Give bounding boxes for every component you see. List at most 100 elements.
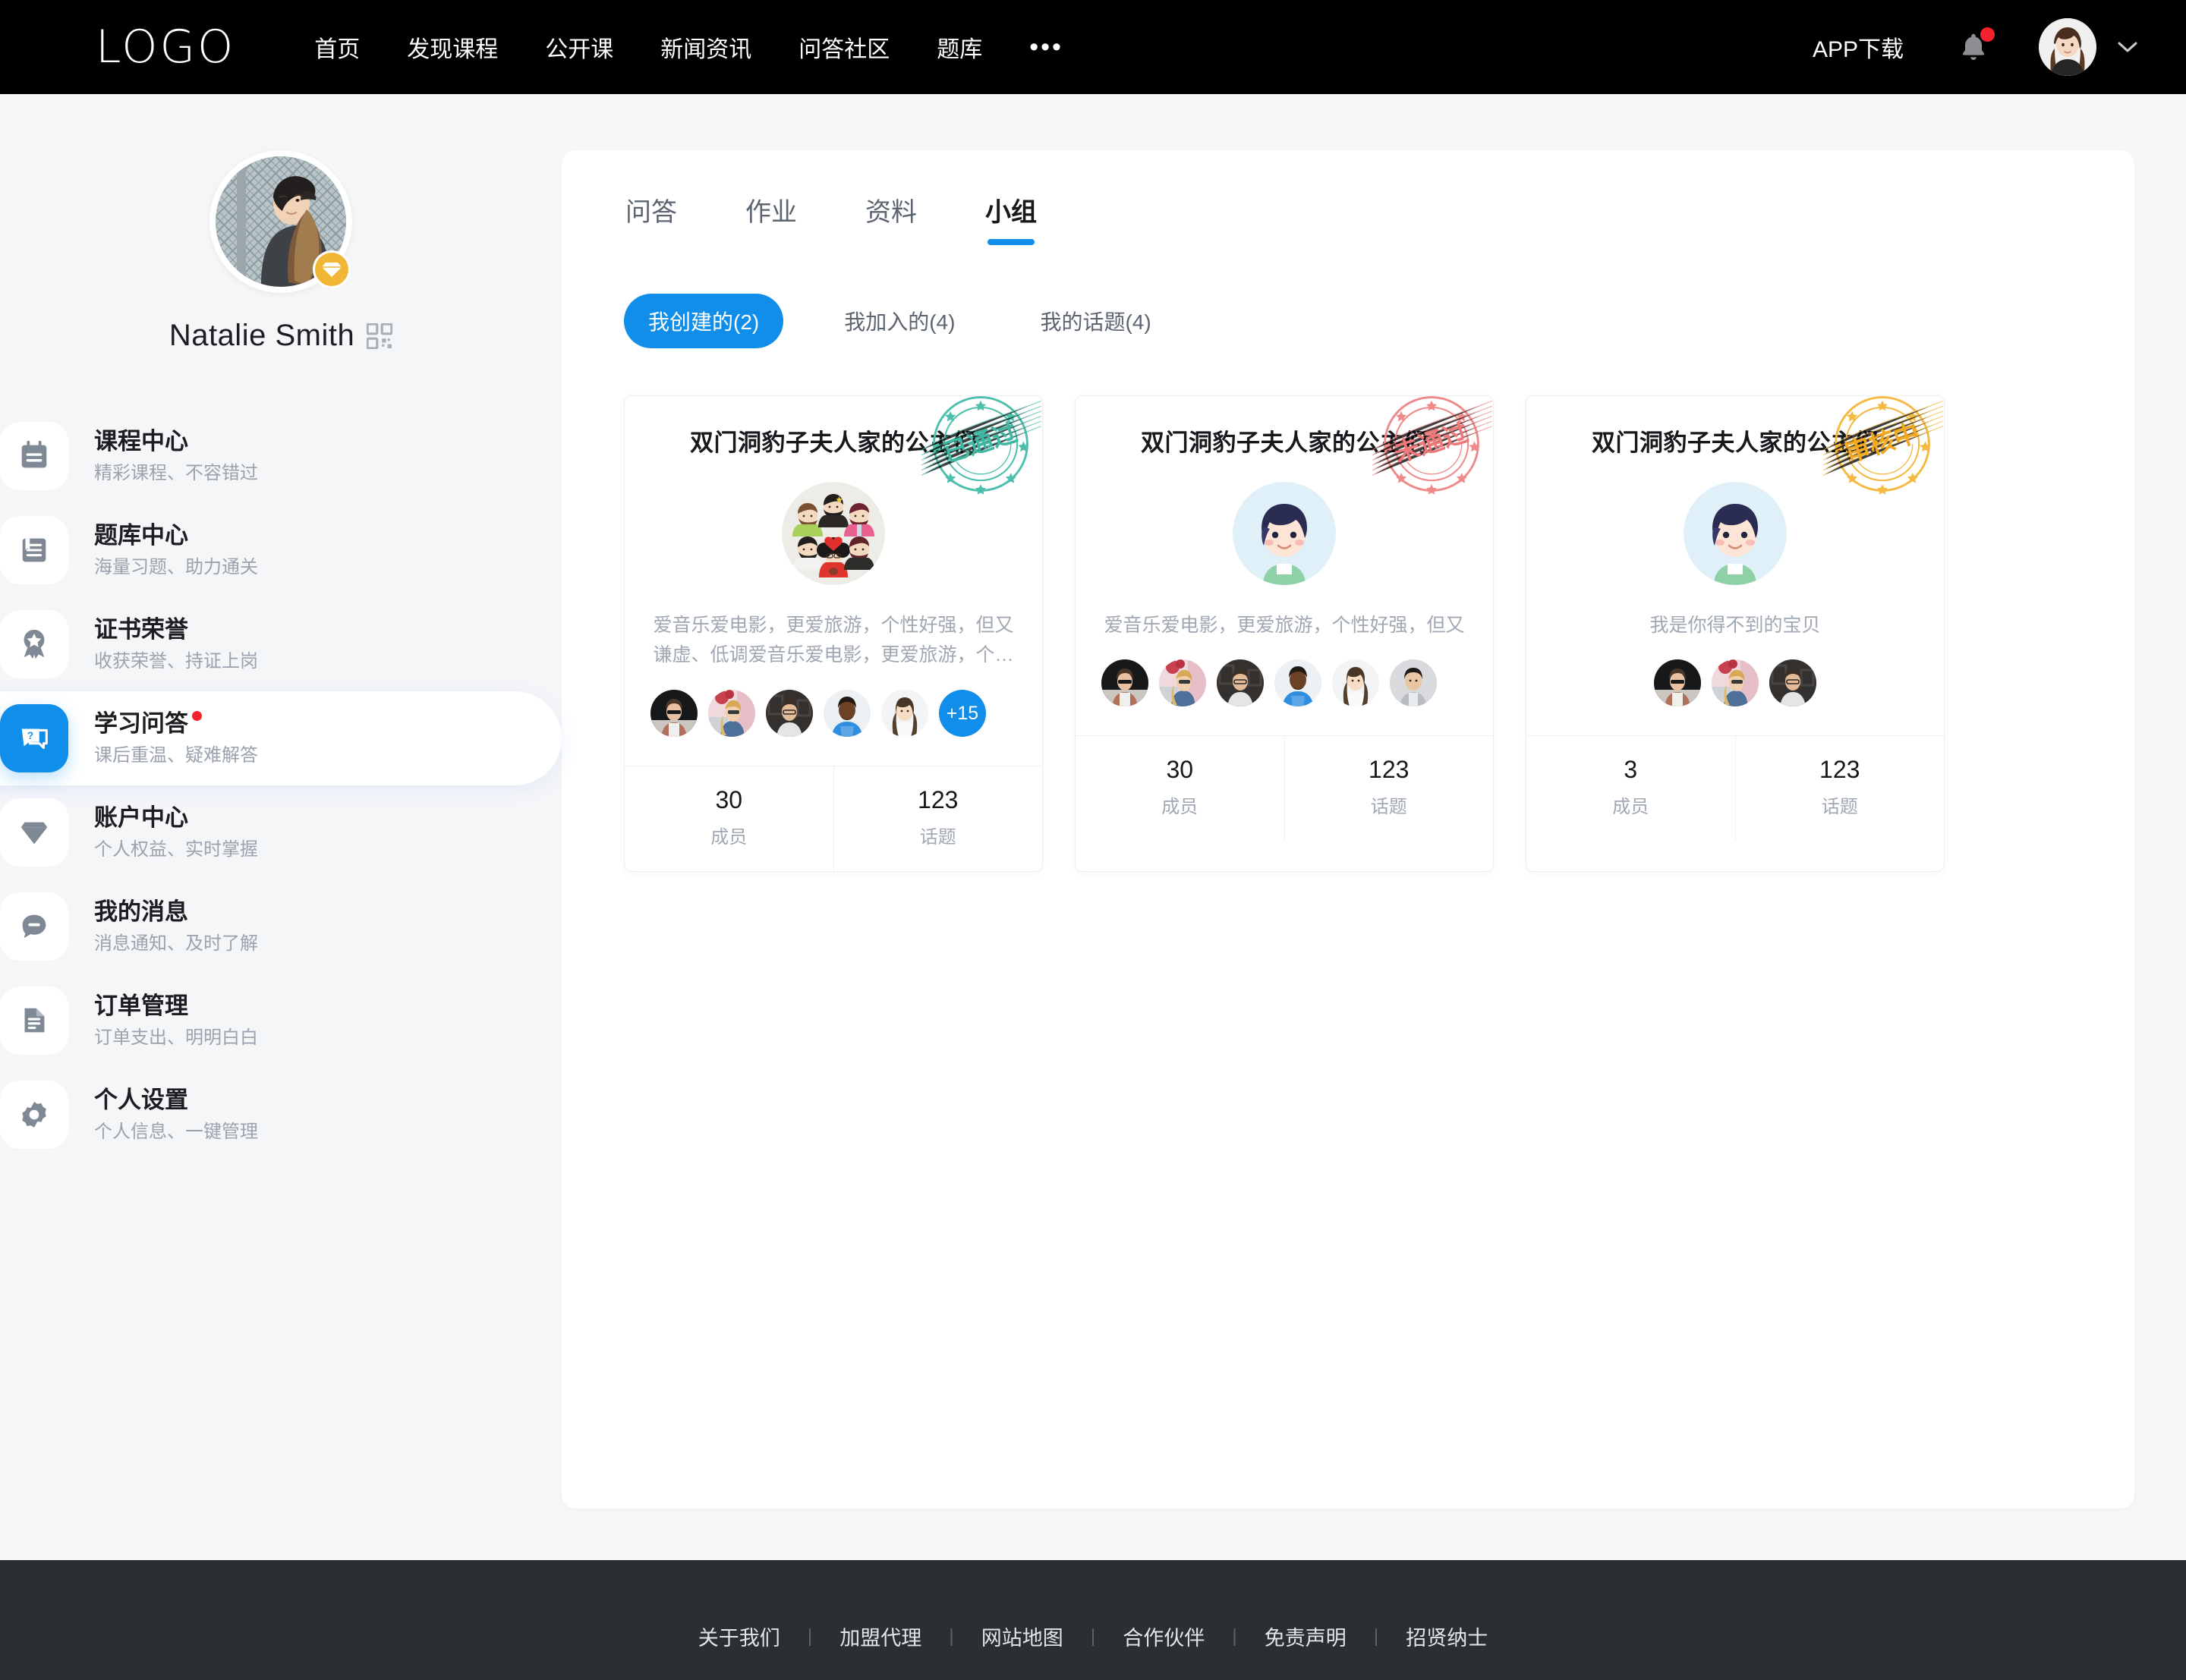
sidebar-item-title-label: 学习问答	[94, 709, 188, 737]
member-avatar[interactable]	[650, 690, 698, 737]
nav-item-news[interactable]: 新闻资讯	[660, 30, 751, 64]
content-tabs: 问答 作业 资料 小组	[562, 191, 2134, 245]
certificates-icon-box	[0, 610, 68, 678]
course-center-icon-box	[0, 422, 68, 490]
book-list-icon	[22, 538, 46, 562]
diamond-icon	[322, 263, 342, 277]
main-content: 问答 作业 资料 小组 我创建的(2) 我加入的(4) 我的话题(4) 双门洞豹…	[562, 94, 2186, 1560]
sidebar-item-account-center[interactable]: 账户中心 个人权益、实时掌握	[0, 785, 562, 879]
sidebar-item-certificates[interactable]: 证书荣誉 收获荣誉、持证上岗	[0, 597, 562, 691]
sidebar-item-sub: 个人权益、实时掌握	[94, 839, 258, 860]
member-avatar[interactable]	[708, 690, 755, 737]
sidebar-menu: 课程中心 精彩课程、不容错过 题库中心 海量习题、助力通关 证书荣誉 收获荣誉、…	[0, 409, 562, 1162]
stat-members: 30 成员	[1076, 736, 1284, 841]
tab-homework[interactable]: 作业	[745, 191, 797, 245]
sidebar-item-title: 账户中心	[94, 804, 188, 831]
nav-item-question-bank[interactable]: 题库	[937, 30, 982, 64]
sidebar-item-title: 个人设置	[94, 1086, 188, 1113]
message-bubble-icon	[22, 914, 46, 939]
member-photo	[1712, 659, 1759, 706]
site-logo[interactable]: LOGO	[96, 24, 235, 70]
item-highlight	[0, 974, 562, 1068]
stat-value: 3	[1624, 756, 1638, 783]
sidebar-item-personal-settings[interactable]: 个人设置 个人信息、一键管理	[0, 1068, 562, 1162]
group-filters: 我创建的(2) 我加入的(4) 我的话题(4)	[562, 245, 2134, 348]
member-avatar[interactable]	[1159, 659, 1206, 706]
nav-item-open-class[interactable]: 公开课	[545, 30, 613, 64]
member-avatar[interactable]	[1712, 659, 1759, 706]
item-highlight	[0, 1068, 562, 1162]
sidebar-item-question-bank-center[interactable]: 题库中心 海量习题、助力通关	[0, 503, 562, 597]
nav-more-icon[interactable]: •••	[1029, 33, 1063, 60]
stat-members: 3 成员	[1526, 736, 1735, 841]
profile-name: Natalie Smith	[169, 319, 355, 352]
member-avatar[interactable]	[1390, 659, 1437, 706]
footer-separator: |	[807, 1625, 813, 1647]
user-avatar[interactable]	[2039, 18, 2096, 76]
member-photo	[1217, 659, 1264, 706]
nav-item-discover-courses[interactable]: 发现课程	[407, 30, 498, 64]
more-members-badge[interactable]: +15	[939, 690, 986, 737]
member-photo	[881, 690, 928, 737]
avatar-photo	[2039, 18, 2096, 76]
filter-my-topics[interactable]: 我的话题(4)	[1016, 294, 1175, 348]
member-avatar[interactable]	[881, 690, 928, 737]
sidebar-item-title: 我的消息	[94, 898, 188, 925]
member-avatar[interactable]	[1101, 659, 1148, 706]
group-title: 双门洞豹子夫人家的公主们	[690, 429, 977, 456]
member-avatar[interactable]	[824, 690, 871, 737]
filter-joined-by-me[interactable]: 我加入的(4)	[820, 294, 979, 348]
tab-materials[interactable]: 资料	[865, 191, 917, 245]
app-download-link[interactable]: APP下载	[1813, 30, 1904, 64]
sidebar-item-order-management[interactable]: 订单管理 订单支出、明明白白	[0, 974, 562, 1068]
member-avatar[interactable]	[1217, 659, 1264, 706]
footer-link-disclaimer[interactable]: 免责声明	[1265, 1622, 1347, 1651]
footer-link-partners[interactable]: 合作伙伴	[1123, 1622, 1205, 1651]
footer-link-careers[interactable]: 招贤纳士	[1406, 1622, 1488, 1651]
stat-label: 话题	[919, 827, 956, 848]
question-chat-icon: ?	[21, 728, 48, 749]
footer-link-about-us[interactable]: 关于我们	[698, 1622, 780, 1651]
group-card[interactable]: 双门洞豹子夫人家的公主们	[1526, 395, 1945, 872]
member-avatar[interactable]	[1332, 659, 1379, 706]
chevron-down-icon[interactable]	[2118, 42, 2137, 52]
certificates-text: 证书荣誉 收获荣誉、持证上岗	[94, 615, 258, 674]
sidebar-item-course-center[interactable]: 课程中心 精彩课程、不容错过	[0, 409, 562, 503]
footer-link-franchise[interactable]: 加盟代理	[839, 1622, 921, 1651]
group-title: 双门洞豹子夫人家的公主们	[1141, 429, 1428, 456]
profile-avatar-wrap[interactable]	[209, 150, 352, 293]
nav-item-qa-community[interactable]: 问答社区	[798, 30, 890, 64]
learning-qa-text: 学习问答 课后重温、疑难解答	[94, 709, 258, 768]
filter-created-by-me[interactable]: 我创建的(2)	[624, 294, 784, 348]
stat-label: 成员	[710, 827, 748, 848]
stat-label: 成员	[1161, 797, 1199, 817]
member-avatar[interactable]	[1769, 659, 1816, 706]
boy-illustration-avatar	[1684, 482, 1787, 585]
tab-groups[interactable]: 小组	[985, 191, 1037, 245]
member-avatar[interactable]	[1654, 659, 1701, 706]
sidebar-item-learning-qa[interactable]: ? 学习问答 课后重温、疑难解答	[0, 691, 562, 785]
member-photo	[1159, 659, 1206, 706]
group-card-body: 双门洞豹子夫人家的公主们	[625, 396, 1042, 766]
profile-name-row: Natalie Smith	[0, 319, 562, 353]
group-avatar	[1233, 482, 1336, 585]
item-highlight	[0, 691, 562, 785]
notification-bell-button[interactable]	[1957, 27, 1995, 65]
footer-link-sitemap[interactable]: 网站地图	[981, 1622, 1063, 1651]
member-photo	[1101, 659, 1148, 706]
qr-code-icon[interactable]	[367, 322, 393, 349]
vip-diamond-badge	[313, 250, 351, 288]
group-stats: 30 成员 123 话题	[625, 766, 1042, 871]
member-avatar[interactable]	[1274, 659, 1321, 706]
footer-separator: |	[1232, 1625, 1237, 1647]
sidebar-item-my-messages[interactable]: 我的消息 消息通知、及时了解	[0, 879, 562, 974]
tab-qa[interactable]: 问答	[625, 191, 677, 245]
stat-label: 话题	[1370, 797, 1407, 817]
member-photo	[766, 690, 813, 737]
group-member-avatars	[1552, 659, 1918, 735]
member-avatar[interactable]	[766, 690, 813, 737]
group-avatar	[782, 482, 885, 585]
nav-item-home[interactable]: 首页	[314, 30, 360, 64]
group-card[interactable]: 双门洞豹子夫人家的公主们	[1075, 395, 1494, 872]
group-card[interactable]: 双门洞豹子夫人家的公主们	[624, 395, 1043, 872]
